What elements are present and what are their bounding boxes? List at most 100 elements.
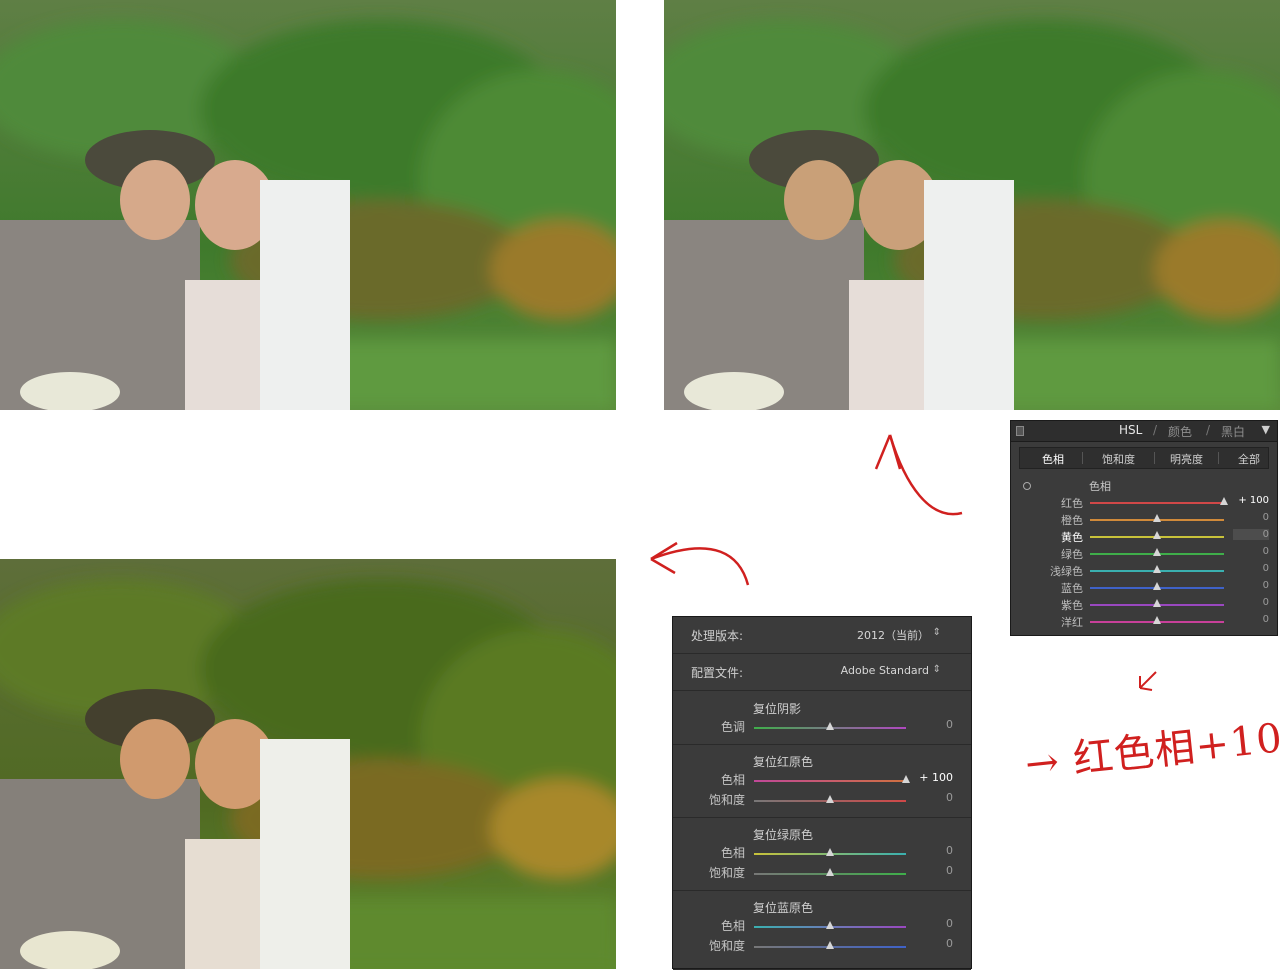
calibration-section-title[interactable]: 复位蓝原色 xyxy=(753,899,813,916)
slider-thumb-icon[interactable] xyxy=(1153,616,1161,624)
calibration-row: 饱和度 0 xyxy=(673,791,971,809)
calibration-row-value[interactable]: 0 xyxy=(913,917,953,930)
tab-hsl[interactable]: HSL xyxy=(1119,423,1142,437)
slider-thumb-icon[interactable] xyxy=(1153,531,1161,539)
hsl-panel-header: HSL / 颜色 / 黑白 ▼ xyxy=(1011,421,1277,442)
hsl-row-label: 橙色 xyxy=(1061,514,1083,527)
red-tick-arrow-icon xyxy=(1139,671,1157,691)
calibration-section-title[interactable]: 复位阴影 xyxy=(753,700,801,717)
panel-grip-icon[interactable] xyxy=(1016,426,1024,436)
hsl-row-label: 绿色 xyxy=(1061,548,1083,561)
calibration-row-value[interactable]: + 100 xyxy=(913,771,953,784)
hsl-row: 橙色 0 xyxy=(1011,512,1277,529)
subtab-all[interactable]: 全部 xyxy=(1238,451,1260,467)
calibration-row: 色相 0 xyxy=(673,844,971,862)
slider-thumb-icon[interactable] xyxy=(1153,548,1161,556)
hsl-row-value[interactable]: 0 xyxy=(1233,546,1269,557)
hsl-group-title: 色相 xyxy=(1089,480,1111,493)
calibration-row-label: 饱和度 xyxy=(708,939,745,953)
photo-after-hsl xyxy=(664,0,1280,410)
hsl-row-label: 黄色 xyxy=(1061,531,1083,544)
slider-thumb-icon[interactable] xyxy=(1153,565,1161,573)
hsl-row: 浅绿色 0 xyxy=(1011,563,1277,580)
subtab-divider xyxy=(1218,452,1219,464)
hsl-panel: HSL / 颜色 / 黑白 ▼ 色相 饱和度 明亮度 全部 色相 红色 + 100… xyxy=(1010,420,1278,636)
hsl-row-value[interactable]: 0 xyxy=(1233,580,1269,591)
slider-thumb-icon[interactable] xyxy=(826,941,834,949)
calibration-row-value[interactable]: 0 xyxy=(913,864,953,877)
subtab-divider xyxy=(1154,452,1155,464)
triangle-down-icon[interactable]: ▼ xyxy=(1262,423,1270,436)
header-separator: / xyxy=(1206,423,1211,437)
hsl-row-value[interactable]: 0 xyxy=(1233,512,1269,523)
hsl-row: 红色 + 100 xyxy=(1011,495,1277,512)
hsl-row: 紫色 0 xyxy=(1011,597,1277,614)
slider-thumb-icon[interactable] xyxy=(826,795,834,803)
slider-thumb-icon[interactable] xyxy=(826,848,834,856)
red-arrow-up-icon xyxy=(874,434,963,516)
profile-select[interactable]: Adobe Standard xyxy=(841,664,929,677)
profile-label: 配置文件: xyxy=(691,666,744,680)
hsl-row: 黄色 0 xyxy=(1011,529,1277,546)
subtab-hue[interactable]: 色相 xyxy=(1042,451,1064,467)
calibration-row-value[interactable]: 0 xyxy=(913,937,953,950)
calibration-panel: 处理版本: 2012（当前） ⇕ 配置文件: Adobe Standard ⇕ … xyxy=(672,616,972,970)
calibration-row-value[interactable]: 0 xyxy=(913,718,953,731)
calibration-row-label: 饱和度 xyxy=(708,793,745,807)
hsl-row-label: 洋红 xyxy=(1061,616,1083,629)
slider-thumb-icon[interactable] xyxy=(1220,497,1228,505)
slider-thumb-icon[interactable] xyxy=(1153,599,1161,607)
hsl-subtabs: 色相 饱和度 明亮度 全部 xyxy=(1019,447,1269,469)
tab-bw[interactable]: 黑白 xyxy=(1221,423,1245,440)
process-version-select[interactable]: 2012（当前） xyxy=(857,627,929,643)
calibration-row-value[interactable]: 0 xyxy=(913,791,953,804)
subtab-luminance[interactable]: 明亮度 xyxy=(1170,451,1203,467)
red-arrow-left-icon xyxy=(650,541,750,586)
calibration-row: 色相 0 xyxy=(673,917,971,935)
hsl-row-value[interactable]: 0 xyxy=(1233,529,1269,540)
calibration-section: 复位红原色 色相 + 100 饱和度 0 xyxy=(673,744,971,818)
calibration-slider-track[interactable] xyxy=(754,780,906,782)
hsl-slider-track[interactable] xyxy=(1090,502,1224,504)
calibration-section: 复位蓝原色 色相 0 饱和度 0 xyxy=(673,890,971,970)
hsl-row: 绿色 0 xyxy=(1011,546,1277,563)
hsl-row-value[interactable]: 0 xyxy=(1233,597,1269,608)
hsl-row-value[interactable]: 0 xyxy=(1233,614,1269,625)
calibration-row: 色调 0 xyxy=(673,718,971,736)
slider-thumb-icon[interactable] xyxy=(902,775,910,783)
subtab-saturation[interactable]: 饱和度 xyxy=(1102,451,1135,467)
slider-thumb-icon[interactable] xyxy=(826,921,834,929)
updown-icon[interactable]: ⇕ xyxy=(933,627,941,638)
calibration-section: 复位阴影 色调 0 xyxy=(673,691,971,745)
calibration-row-label: 色相 xyxy=(720,846,745,860)
calibration-row: 饱和度 0 xyxy=(673,937,971,955)
process-version-row: 处理版本: 2012（当前） ⇕ xyxy=(673,617,971,654)
calibration-section-title[interactable]: 复位红原色 xyxy=(753,753,813,770)
hsl-row-label: 红色 xyxy=(1061,497,1083,510)
calibration-row-label: 饱和度 xyxy=(708,866,745,880)
calibration-section-title[interactable]: 复位绿原色 xyxy=(753,826,813,843)
hsl-row-label: 紫色 xyxy=(1061,599,1083,612)
header-separator: / xyxy=(1153,423,1158,437)
hsl-row-label: 浅绿色 xyxy=(1050,565,1083,578)
target-adjust-icon[interactable] xyxy=(1023,482,1031,490)
hsl-row-label: 蓝色 xyxy=(1061,582,1083,595)
calibration-section: 复位绿原色 色相 0 饱和度 0 xyxy=(673,817,971,891)
slider-thumb-icon[interactable] xyxy=(1153,582,1161,590)
hsl-row-value[interactable]: + 100 xyxy=(1233,495,1269,506)
slider-thumb-icon[interactable] xyxy=(826,722,834,730)
calibration-row-value[interactable]: 0 xyxy=(913,844,953,857)
calibration-row-label: 色调 xyxy=(720,720,745,734)
hsl-row: 蓝色 0 xyxy=(1011,580,1277,597)
photo-original xyxy=(0,0,616,410)
subtab-divider xyxy=(1082,452,1083,464)
slider-thumb-icon[interactable] xyxy=(826,868,834,876)
hsl-row: 洋红 0 xyxy=(1011,614,1277,631)
calibration-row: 饱和度 0 xyxy=(673,864,971,882)
calibration-row: 色相 + 100 xyxy=(673,771,971,789)
updown-icon[interactable]: ⇕ xyxy=(933,664,941,675)
hsl-row-value[interactable]: 0 xyxy=(1233,563,1269,574)
tab-color[interactable]: 颜色 xyxy=(1168,423,1192,440)
slider-thumb-icon[interactable] xyxy=(1153,514,1161,522)
photo-after-calibration xyxy=(0,559,616,969)
